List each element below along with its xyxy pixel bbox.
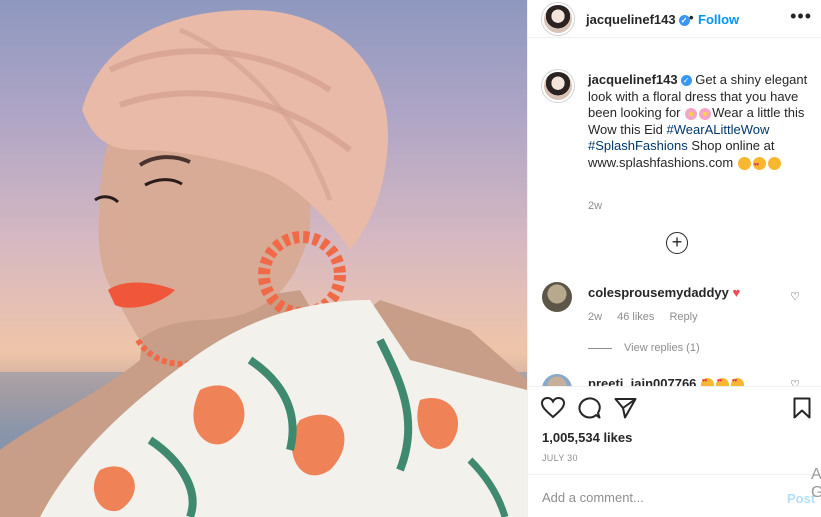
activate-windows-watermark: A G (811, 466, 821, 502)
post-photo[interactable] (0, 0, 527, 517)
smiling-hearts-emoji-icon (737, 156, 751, 170)
heart-eyes-emoji-icon (701, 378, 715, 386)
reply-button[interactable]: Reply (669, 311, 697, 323)
verified-badge-icon: ✓ (680, 75, 692, 87)
author-avatar[interactable] (542, 3, 574, 35)
author-username-text[interactable]: jacquelinef143 (586, 12, 676, 27)
caption-timestamp: 2w (588, 200, 603, 212)
heart-eyes-emoji-icon (752, 156, 766, 173)
flower-emoji-icon (699, 107, 712, 120)
comment-like-icon[interactable]: ♡ (790, 290, 800, 303)
follow-button[interactable]: Follow (698, 12, 739, 27)
post-header: jacquelinef143 ✓ • Follow ••• (528, 0, 821, 38)
caption-author-avatar[interactable] (542, 70, 574, 102)
comment-like-icon[interactable]: ♡ (790, 378, 800, 386)
watermark-line-1: A (811, 466, 821, 483)
comment-likes[interactable]: 46 likes (617, 311, 654, 323)
plus-circle-icon[interactable]: + (666, 232, 688, 254)
post-side-panel: jacquelinef143 ✓ • Follow ••• jacquelinef… (527, 0, 821, 517)
view-replies-button[interactable]: View replies (1) (588, 342, 700, 354)
add-comment-bar: Post (528, 474, 821, 517)
heart-eyes-emoji-icon (716, 378, 730, 386)
kissing-emoji-icon (767, 156, 781, 170)
like-count[interactable]: 1,005,534 likes (542, 430, 632, 445)
heart-eyes-emoji-icon (731, 378, 745, 386)
portrait-illustration (0, 10, 527, 517)
speech-bubble-icon[interactable] (578, 397, 601, 419)
more-options-icon[interactable]: ••• (790, 6, 812, 27)
comment-meta: 2w 46 likes Reply (588, 311, 710, 323)
comment-item: preeti_jain007766 (588, 376, 745, 386)
paper-plane-icon[interactable] (614, 397, 637, 419)
post-actions: 1,005,534 likes JULY 30 (528, 386, 821, 474)
comments-list[interactable]: jacquelinef143 ✓ Get a shiny elegant look… (528, 38, 821, 386)
comment-avatar[interactable] (542, 282, 572, 312)
flower-emoji-icon (685, 107, 698, 120)
watermark-line-2: G (811, 484, 821, 501)
post-date: JULY 30 (542, 453, 578, 463)
author-username[interactable]: jacquelinef143 ✓ (586, 12, 690, 27)
post-caption: jacquelinef143 ✓ Get a shiny elegant look… (588, 72, 820, 173)
heart-outline-icon[interactable] (541, 397, 565, 419)
header-separator: • (689, 10, 694, 25)
red-heart-emoji-icon: ♥ (732, 285, 741, 300)
verified-badge-icon: ✓ (678, 15, 690, 27)
comment-input[interactable] (542, 487, 772, 507)
comment-timestamp: 2w (588, 311, 603, 323)
view-replies-label[interactable]: View replies (1) (624, 342, 700, 354)
bookmark-icon[interactable] (793, 397, 811, 419)
comment-item: colesprousemydaddyy ♥ (588, 285, 740, 300)
comment-username[interactable]: colesprousemydaddyy (588, 285, 729, 300)
comment-avatar[interactable] (542, 374, 572, 386)
caption-username[interactable]: jacquelinef143 (588, 72, 678, 87)
comment-username[interactable]: preeti_jain007766 (588, 376, 696, 386)
